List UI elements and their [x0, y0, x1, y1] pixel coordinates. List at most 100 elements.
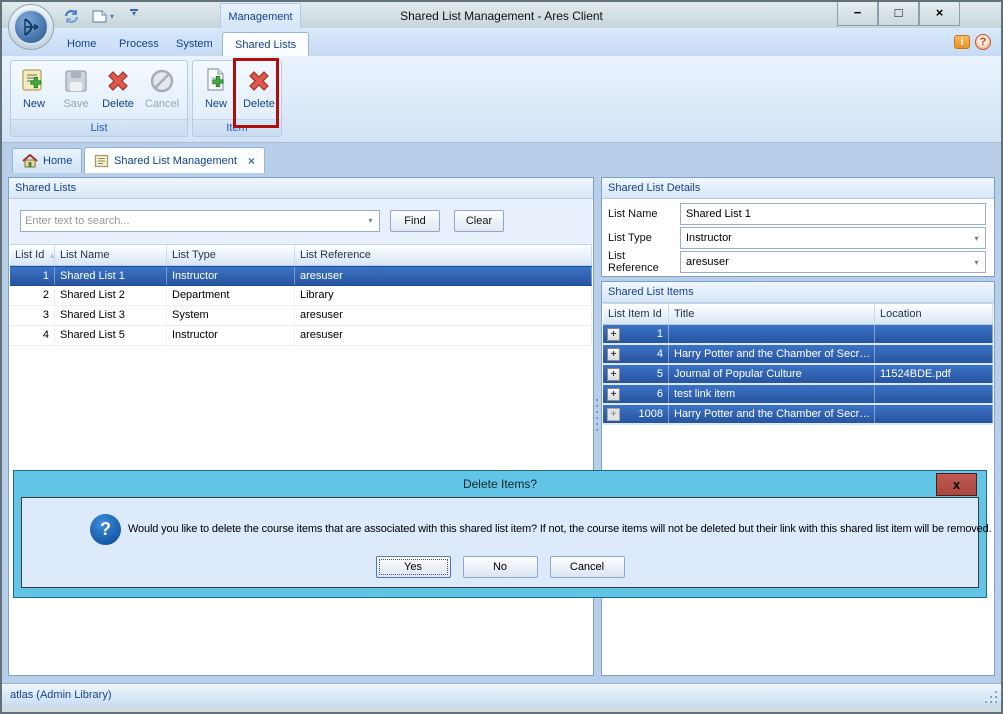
cell-list-type: Instructor [167, 326, 295, 345]
cell-item-title: test link item [669, 385, 875, 403]
column-header-list-type[interactable]: List Type [167, 245, 295, 265]
minimize-button[interactable]: − [837, 1, 878, 26]
refresh-icon [62, 8, 81, 25]
chevron-down-icon[interactable]: ▾ [969, 229, 984, 247]
button-label: New [196, 98, 236, 110]
details-panel-title: Shared List Details [602, 178, 994, 199]
list-type-value: Instructor [686, 232, 732, 244]
list-name-field[interactable]: Shared List 1 [680, 203, 986, 225]
cell-item-title: Journal of Popular Culture [669, 365, 875, 383]
cell-list-name: Shared List 2 [55, 286, 167, 305]
doc-tab-shared-list-management[interactable]: Shared List Management × [84, 147, 265, 173]
item-row[interactable]: + 1 [603, 325, 993, 345]
tab-shared-lists[interactable]: Shared Lists [222, 32, 309, 56]
expand-icon[interactable]: + [607, 388, 620, 401]
column-header-list-name[interactable]: List Name [55, 245, 167, 265]
cancel-icon [142, 64, 182, 98]
splitter-grip-icon [596, 395, 599, 435]
help-icon[interactable]: ? [975, 34, 991, 50]
ribbon-group-item: New Delete Item [192, 60, 282, 137]
app-logo-button[interactable] [8, 4, 54, 50]
expand-icon[interactable]: + [607, 328, 620, 341]
cell-item-location [875, 325, 993, 343]
item-row[interactable]: + 5 Journal of Popular Culture 11524BDE.… [603, 365, 993, 385]
search-dropdown-icon[interactable]: ▾ [363, 212, 378, 230]
home-icon [22, 154, 38, 168]
list-reference-value: aresuser [686, 256, 729, 268]
status-bar: atlas (Admin Library) [2, 683, 1001, 706]
expand-icon[interactable]: + [607, 368, 620, 381]
cell-list-name: Shared List 1 [55, 267, 167, 285]
close-button[interactable]: × [919, 1, 960, 26]
lists-table-header: List Id▲ List Name List Type List Refere… [10, 244, 592, 266]
ribbon-group-list: New Save Delete [10, 60, 188, 137]
cell-list-type: System [167, 306, 295, 325]
items-table-header: List Item Id Title Location [603, 303, 993, 325]
refresh-button[interactable] [60, 6, 83, 26]
quick-access-toolbar: ▾ [60, 6, 116, 26]
table-row[interactable]: 1 Shared List 1 Instructor aresuser [10, 266, 592, 286]
column-header-location[interactable]: Location [875, 304, 993, 324]
table-row[interactable]: 3 Shared List 3 System aresuser [10, 306, 592, 326]
qat-customize-button[interactable]: ▾ [128, 9, 140, 16]
document-icon [91, 8, 108, 24]
search-input[interactable] [25, 212, 361, 230]
status-text: atlas (Admin Library) [10, 689, 111, 701]
resize-grip[interactable] [983, 689, 997, 703]
item-row[interactable]: + 1008 Harry Potter and the Chamber of S… [603, 405, 993, 425]
delete-items-dialog: Delete Items? x ? Would you like to dele… [13, 470, 987, 598]
column-header-title[interactable]: Title [669, 304, 875, 324]
search-combo: ▾ [20, 210, 380, 232]
expand-icon[interactable]: + [607, 408, 620, 421]
cell-list-reference: aresuser [295, 306, 592, 325]
table-row[interactable]: 4 Shared List 5 Instructor aresuser [10, 326, 592, 346]
cell-list-reference: aresuser [295, 267, 592, 285]
new-document-button[interactable]: ▾ [89, 6, 116, 26]
cell-list-reference: Library [295, 286, 592, 305]
shared-lists-panel: Shared Lists ▾ Find Clear List Id▲ List … [8, 177, 594, 676]
button-label: Cancel [142, 98, 182, 110]
dialog-message: Would you like to delete the course item… [128, 523, 974, 535]
tab-process[interactable]: Process [107, 34, 171, 56]
cell-list-id: 3 [10, 306, 55, 325]
list-type-combobox[interactable]: Instructor ▾ [680, 227, 986, 249]
find-button[interactable]: Find [390, 210, 440, 232]
column-header-list-id[interactable]: List Id▲ [10, 245, 55, 265]
yes-button[interactable]: Yes [376, 556, 451, 578]
delete-icon [239, 64, 279, 98]
list-name-value: Shared List 1 [686, 208, 751, 220]
column-header-list-item-id[interactable]: List Item Id [603, 304, 669, 324]
delete-item-button[interactable]: Delete [239, 64, 279, 120]
ribbon-group-label: Item [193, 119, 281, 136]
doc-tab-close-icon[interactable]: × [248, 154, 255, 168]
no-button[interactable]: No [463, 556, 538, 578]
delete-list-button[interactable]: Delete [98, 64, 138, 120]
clear-button[interactable]: Clear [454, 210, 504, 232]
item-row[interactable]: + 4 Harry Potter and the Chamber of Secr… [603, 345, 993, 365]
dialog-close-button[interactable]: x [936, 473, 977, 496]
maximize-button[interactable]: □ [878, 1, 919, 26]
panel-splitter[interactable] [594, 177, 601, 676]
cell-list-name: Shared List 3 [55, 306, 167, 325]
shared-list-details-panel: Shared List Details List Name Shared Lis… [601, 177, 995, 277]
expand-icon[interactable]: + [607, 348, 620, 361]
save-icon [56, 64, 96, 98]
chevron-down-icon: ▾ [128, 12, 140, 16]
tab-system[interactable]: System [164, 34, 225, 56]
column-header-list-reference[interactable]: List Reference [295, 245, 592, 265]
new-item-button[interactable]: New [196, 64, 236, 120]
table-row[interactable]: 2 Shared List 2 Department Library [10, 286, 592, 306]
cancel-button: Cancel [142, 64, 182, 120]
cancel-dialog-button[interactable]: Cancel [550, 556, 625, 578]
tab-home[interactable]: Home [55, 34, 108, 56]
list-reference-combobox[interactable]: aresuser ▾ [680, 251, 986, 273]
new-list-button[interactable]: New [14, 64, 54, 120]
feedback-icon[interactable]: i [954, 35, 970, 49]
cell-list-type: Instructor [167, 267, 295, 285]
doc-tab-home[interactable]: Home [12, 148, 82, 173]
button-label: Save [56, 98, 96, 110]
item-row[interactable]: + 6 test link item [603, 385, 993, 405]
lists-table-body: 1 Shared List 1 Instructor aresuser 2 Sh… [10, 266, 592, 346]
chevron-down-icon[interactable]: ▾ [969, 253, 984, 271]
shared-lists-panel-title: Shared Lists [9, 178, 593, 199]
